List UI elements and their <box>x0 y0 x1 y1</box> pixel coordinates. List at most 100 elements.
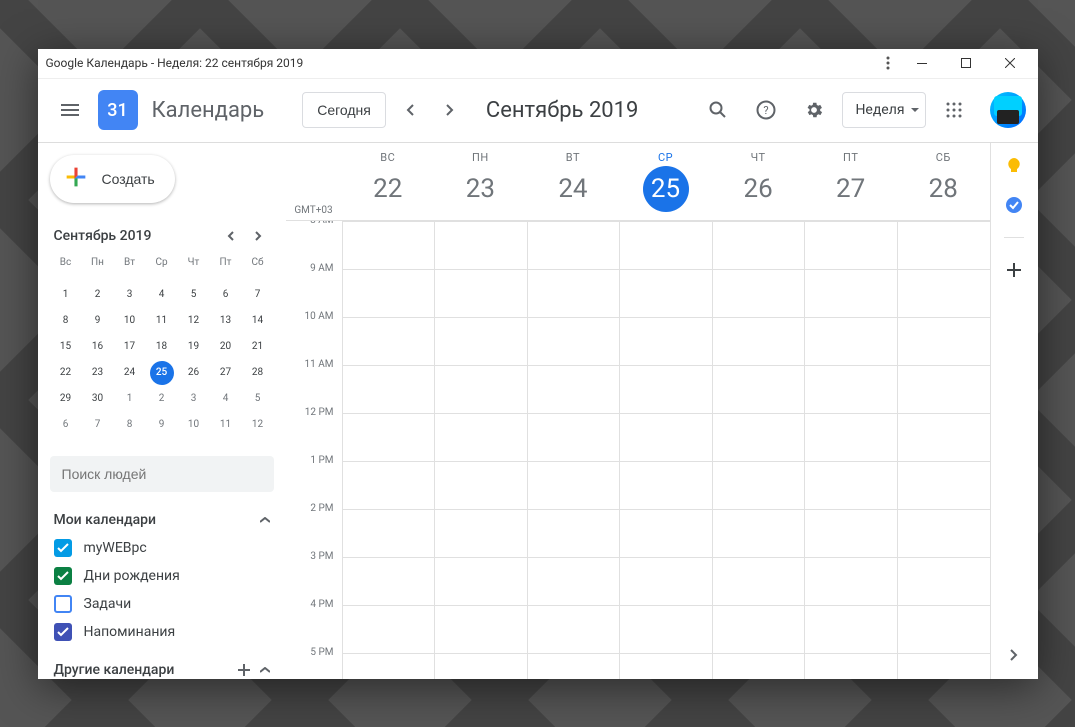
mini-day[interactable]: 3 <box>182 387 206 411</box>
hour-cell[interactable] <box>897 462 990 509</box>
hour-cell[interactable] <box>897 414 990 461</box>
mini-day[interactable]: 28 <box>246 361 270 385</box>
other-calendars-header[interactable]: Другие календари <box>50 656 274 679</box>
close-button[interactable] <box>990 50 1030 76</box>
mini-day[interactable]: 12 <box>182 309 206 333</box>
mini-day[interactable]: 17 <box>118 335 142 359</box>
mini-day[interactable]: 4 <box>150 283 174 307</box>
help-icon[interactable]: ? <box>746 90 786 130</box>
day-number[interactable]: 23 <box>457 166 503 212</box>
minimize-button[interactable] <box>902 50 942 76</box>
hour-cell[interactable] <box>619 510 712 557</box>
keep-icon[interactable] <box>1004 157 1024 177</box>
calendar-checkbox[interactable] <box>54 623 72 641</box>
mini-day[interactable]: 10 <box>182 413 206 437</box>
hour-cell[interactable] <box>527 270 620 317</box>
hour-cell[interactable] <box>712 270 805 317</box>
mini-day[interactable]: 11 <box>150 309 174 333</box>
hour-cell[interactable] <box>619 558 712 605</box>
day-number[interactable]: 27 <box>828 166 874 212</box>
hour-cell[interactable] <box>619 270 712 317</box>
mini-day[interactable]: 27 <box>214 361 238 385</box>
hour-cell[interactable] <box>619 462 712 509</box>
hour-cell[interactable] <box>527 414 620 461</box>
hour-cell[interactable] <box>527 366 620 413</box>
hour-cell[interactable] <box>712 606 805 653</box>
hour-cell[interactable] <box>712 462 805 509</box>
hour-cell[interactable] <box>897 654 990 679</box>
mini-day[interactable]: 15 <box>54 335 78 359</box>
mini-day[interactable]: 7 <box>86 413 110 437</box>
day-header[interactable]: ПН23 <box>434 143 527 220</box>
mini-day[interactable]: 12 <box>246 413 270 437</box>
view-selector[interactable]: Неделя <box>842 92 925 128</box>
mini-day[interactable]: 19 <box>182 335 206 359</box>
mini-day[interactable]: 6 <box>214 283 238 307</box>
mini-day[interactable]: 16 <box>86 335 110 359</box>
hour-cell[interactable] <box>804 510 897 557</box>
mini-next-button[interactable] <box>248 225 270 247</box>
hour-cell[interactable] <box>619 318 712 365</box>
mini-day[interactable]: 13 <box>214 309 238 333</box>
hour-cell[interactable] <box>897 558 990 605</box>
search-people-input[interactable] <box>50 456 274 492</box>
hour-cell[interactable] <box>804 558 897 605</box>
mini-day[interactable]: 11 <box>214 413 238 437</box>
collapse-panel-icon[interactable] <box>1010 646 1018 665</box>
my-calendars-header[interactable]: Мои календари <box>50 506 274 534</box>
hour-cell[interactable] <box>342 414 435 461</box>
mini-prev-button[interactable] <box>220 225 242 247</box>
day-header[interactable]: СР25 <box>619 143 712 220</box>
mini-day[interactable]: 2 <box>150 387 174 411</box>
day-header[interactable]: ЧТ26 <box>712 143 805 220</box>
hour-cell[interactable] <box>712 222 805 269</box>
hour-cell[interactable] <box>804 414 897 461</box>
hour-cell[interactable] <box>619 414 712 461</box>
hour-cell[interactable] <box>342 318 435 365</box>
mini-day[interactable]: 18 <box>150 335 174 359</box>
create-button[interactable]: Создать <box>50 155 175 203</box>
mini-day[interactable]: 10 <box>118 309 142 333</box>
hour-cell[interactable] <box>434 366 527 413</box>
mini-day[interactable]: 9 <box>150 413 174 437</box>
mini-day[interactable]: 1 <box>54 283 78 307</box>
hour-cell[interactable] <box>619 654 712 679</box>
hour-cell[interactable] <box>804 222 897 269</box>
calendar-checkbox[interactable] <box>54 595 72 613</box>
day-header[interactable]: СБ28 <box>897 143 990 220</box>
hour-cell[interactable] <box>434 510 527 557</box>
hour-cell[interactable] <box>619 366 712 413</box>
mini-day[interactable]: 3 <box>118 283 142 307</box>
hour-cell[interactable] <box>342 654 435 679</box>
hour-cell[interactable] <box>342 222 435 269</box>
add-other-cal-icon[interactable] <box>238 664 250 676</box>
hour-cell[interactable] <box>712 366 805 413</box>
hour-cell[interactable] <box>527 558 620 605</box>
mini-day[interactable]: 26 <box>182 361 206 385</box>
hour-cell[interactable] <box>434 414 527 461</box>
mini-day[interactable]: 6 <box>54 413 78 437</box>
mini-day[interactable]: 2 <box>86 283 110 307</box>
day-number[interactable]: 26 <box>735 166 781 212</box>
hour-cell[interactable] <box>712 558 805 605</box>
hour-cell[interactable] <box>804 462 897 509</box>
day-number[interactable]: 28 <box>920 166 966 212</box>
hour-cell[interactable] <box>527 318 620 365</box>
hour-grid[interactable]: 8 AM7–8AM9 AM10 AM11 AM12 PM1 PM2 PM3 PM… <box>286 221 990 679</box>
mini-day[interactable]: 14 <box>246 309 270 333</box>
apps-grid-icon[interactable] <box>934 90 974 130</box>
hour-cell[interactable] <box>897 606 990 653</box>
hour-cell[interactable] <box>619 222 712 269</box>
tasks-icon[interactable] <box>1004 195 1024 215</box>
menu-icon[interactable] <box>50 90 90 130</box>
hour-cell[interactable] <box>712 510 805 557</box>
avatar[interactable] <box>990 92 1026 128</box>
add-addon-icon[interactable] <box>1004 260 1024 280</box>
hour-cell[interactable] <box>342 510 435 557</box>
hour-cell[interactable] <box>527 654 620 679</box>
mini-day[interactable]: 24 <box>118 361 142 385</box>
day-number[interactable]: 25 <box>643 166 689 212</box>
hour-cell[interactable] <box>527 222 620 269</box>
day-header[interactable]: ВС22 <box>342 143 435 220</box>
hour-cell[interactable] <box>342 270 435 317</box>
